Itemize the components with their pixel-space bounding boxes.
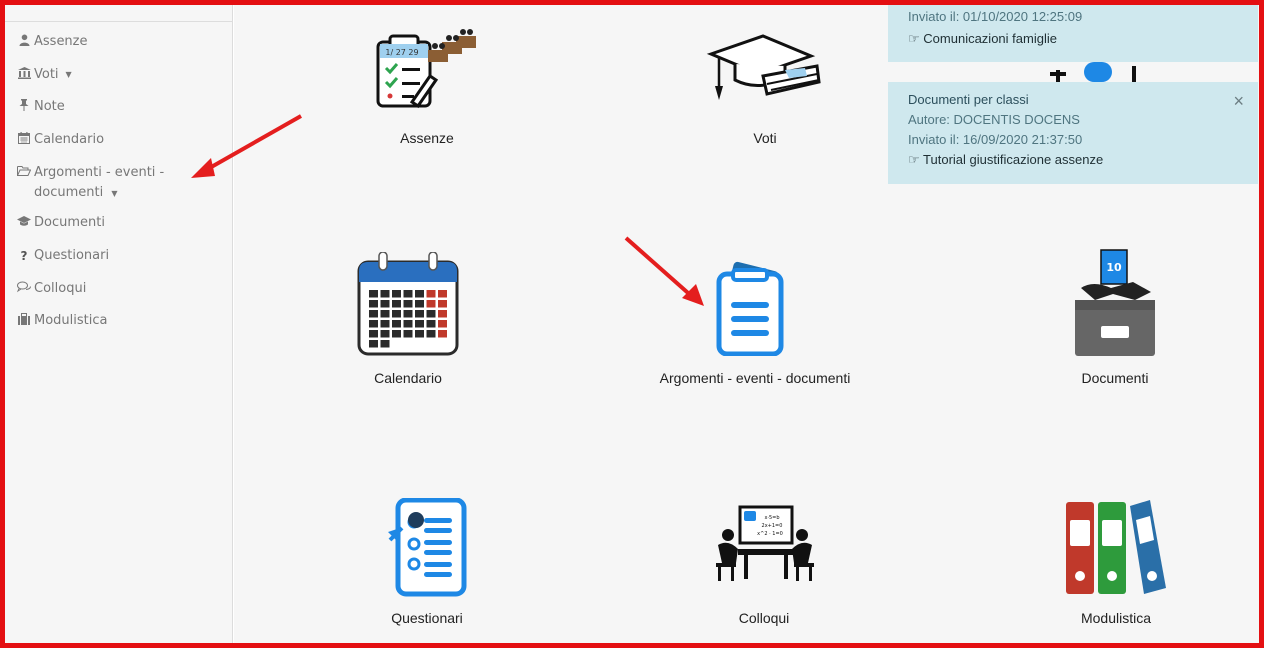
sidebar-item-label: Assenze xyxy=(34,34,88,49)
caret-down-icon: ▼ xyxy=(111,189,118,198)
svg-text:10: 10 xyxy=(1106,261,1122,274)
tile-questionari[interactable]: Questionari xyxy=(277,498,577,628)
comments-icon xyxy=(16,279,31,299)
briefcase-icon xyxy=(17,311,31,331)
tile-modulistica[interactable]: Modulistica xyxy=(966,498,1264,628)
tile-documenti[interactable]: 10 Documenti xyxy=(965,248,1264,392)
notice-link-label: Tutorial giustificazione assenze xyxy=(923,152,1104,167)
tile-colloqui[interactable]: x·5=b 2x+1=0 x^2 · 1=0 Colloqui xyxy=(614,505,914,628)
svg-text:x^2 · 1=0: x^2 · 1=0 xyxy=(757,531,783,537)
sidebar-item-label: Colloqui xyxy=(34,281,87,296)
binders-icon xyxy=(1066,500,1166,594)
tile-label: Modulistica xyxy=(1080,610,1152,626)
tile-label: Calendario xyxy=(374,370,442,386)
question-icon: ? xyxy=(20,249,28,263)
calendar-icon xyxy=(17,130,31,150)
sidebar-item-questionari[interactable]: ? Questionari xyxy=(17,246,110,266)
notice-sent-date: Inviato il: 16/09/2020 21:37:50 xyxy=(908,132,1083,147)
pushpin-icon xyxy=(17,97,31,117)
sidebar-item-label: Modulistica xyxy=(34,313,108,328)
calendar-grid-icon xyxy=(357,252,459,356)
caret-down-icon: ▼ xyxy=(65,70,72,79)
sidebar-top-divider xyxy=(5,21,233,22)
tile-label: Voti xyxy=(753,130,777,146)
notice-author: Autore: DOCENTIS DOCENS xyxy=(908,112,1080,127)
sidebar-item-colloqui[interactable]: Colloqui xyxy=(16,279,87,299)
meeting-blackboard-icon: x·5=b 2x+1=0 x^2 · 1=0 xyxy=(716,505,814,581)
close-icon[interactable]: × xyxy=(1233,91,1244,112)
sidebar-item-label: Documenti xyxy=(34,215,105,230)
bank-icon xyxy=(17,65,31,85)
tile-label: Colloqui xyxy=(738,610,790,626)
sidebar-item-label: Voti xyxy=(34,67,59,82)
tile-label: Documenti xyxy=(1081,370,1149,386)
tile-voti[interactable]: Voti xyxy=(615,30,915,158)
sidebar-item-assenze[interactable]: Assenze xyxy=(17,32,88,52)
questionnaire-icon xyxy=(388,498,467,597)
hand-point-right-icon: ☞ xyxy=(908,152,920,167)
notice-sent-date: Inviato il: 01/10/2020 12:25:09 xyxy=(908,9,1083,24)
folder-open-icon xyxy=(17,163,32,183)
tile-calendario[interactable]: Calendario xyxy=(258,252,558,392)
sidebar-item-label: Note xyxy=(34,99,65,114)
sidebar: Assenze Voti ▼ Note Calendario Argomenti… xyxy=(5,5,233,645)
annotation-arrow-tile xyxy=(624,236,704,306)
notice-comunicazioni: Inviato il: 01/10/2020 12:25:09 ☞ Comuni… xyxy=(888,5,1258,62)
tile-assenze[interactable]: 1/ 27 29 Assenze xyxy=(277,28,577,158)
tile-label: Assenze xyxy=(400,130,454,146)
graduation-cap-icon xyxy=(17,213,31,233)
svg-text:2x+1=0: 2x+1=0 xyxy=(762,523,783,529)
attendance-clipboard-icon: 1/ 27 29 xyxy=(376,29,476,109)
sidebar-item-label: Questionari xyxy=(34,248,110,263)
sidebar-item-argomenti[interactable]: Argomenti - eventi - documenti ▼ xyxy=(17,163,164,204)
hand-point-right-icon: ☞ xyxy=(908,31,920,46)
event-document-icon: EVENT xyxy=(716,261,784,356)
sidebar-item-label-line2: documenti xyxy=(34,185,104,200)
tile-label: Argomenti - eventi - documenti xyxy=(659,370,851,386)
notice-title: Documenti per classi xyxy=(908,92,1029,107)
sidebar-item-label-block: Argomenti - eventi - documenti ▼ xyxy=(34,163,164,204)
sidebar-item-documenti[interactable]: Documenti xyxy=(17,213,105,233)
sidebar-item-note[interactable]: Note xyxy=(17,97,65,117)
tile-label: Questionari xyxy=(391,610,463,626)
sidebar-item-modulistica[interactable]: Modulistica xyxy=(17,311,107,331)
annotation-arrow-sidebar xyxy=(191,114,302,178)
document-archive-box-icon: 10 xyxy=(1075,249,1155,356)
notice-link[interactable]: ☞ Comunicazioni famiglie xyxy=(908,29,1057,49)
notice-link-label: Comunicazioni famiglie xyxy=(923,31,1057,46)
svg-text:x·5=b: x·5=b xyxy=(764,515,779,521)
notice-link[interactable]: ☞ Tutorial giustificazione assenze xyxy=(908,150,1103,170)
notice-documenti-per-classi: Documenti per classi Autore: DOCENTIS DO… xyxy=(888,82,1258,184)
user-icon xyxy=(17,32,31,52)
sidebar-item-voti[interactable]: Voti ▼ xyxy=(17,65,72,85)
sidebar-item-label: Calendario xyxy=(34,132,105,147)
svg-text:1/ 27 29: 1/ 27 29 xyxy=(385,48,418,57)
sidebar-item-calendario[interactable]: Calendario xyxy=(17,130,104,150)
graduation-cap-diploma-icon xyxy=(706,34,821,100)
sidebar-item-label: Argomenti - eventi - xyxy=(34,165,165,180)
